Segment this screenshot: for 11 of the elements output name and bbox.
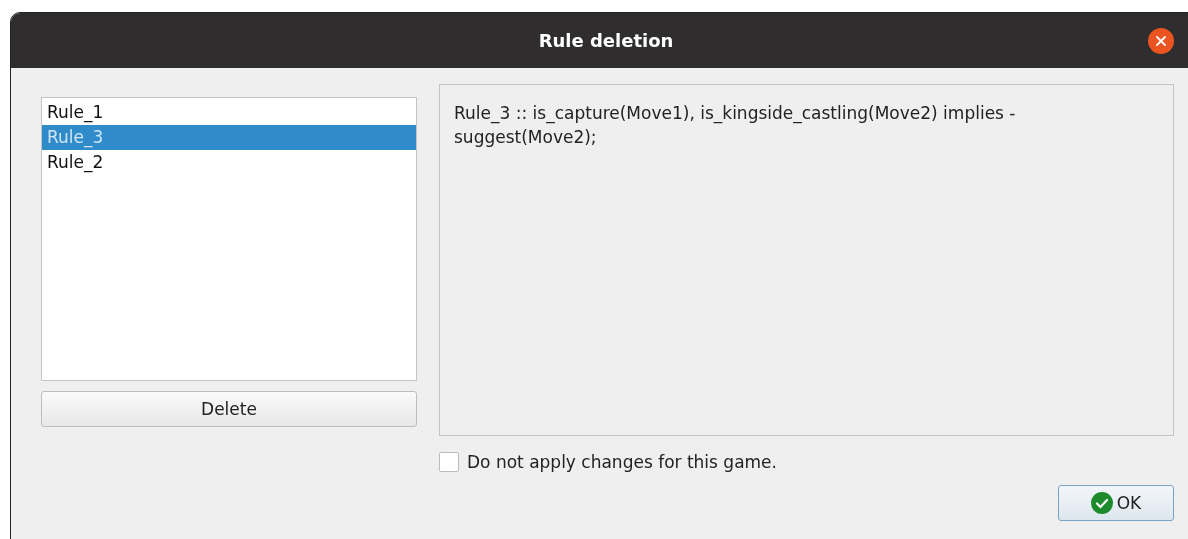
close-button[interactable] <box>1148 28 1174 54</box>
check-circle-icon <box>1090 492 1113 514</box>
checkbox-label: Do not apply changes for this game. <box>467 452 777 472</box>
delete-button[interactable]: Delete <box>41 391 417 427</box>
window-title: Rule deletion <box>538 30 674 51</box>
rule-text: Rule_3 :: is_capture(Move1), is_kingside_castling(Move2) implies - suggest(Move2); <box>454 102 1017 149</box>
ok-button[interactable]: OK <box>1058 485 1174 521</box>
rule-list-item[interactable]: Rule_2 <box>42 150 416 175</box>
checkbox[interactable] <box>439 452 459 472</box>
rule-list-item[interactable]: Rule_1 <box>42 100 416 125</box>
close-icon <box>1155 35 1167 47</box>
